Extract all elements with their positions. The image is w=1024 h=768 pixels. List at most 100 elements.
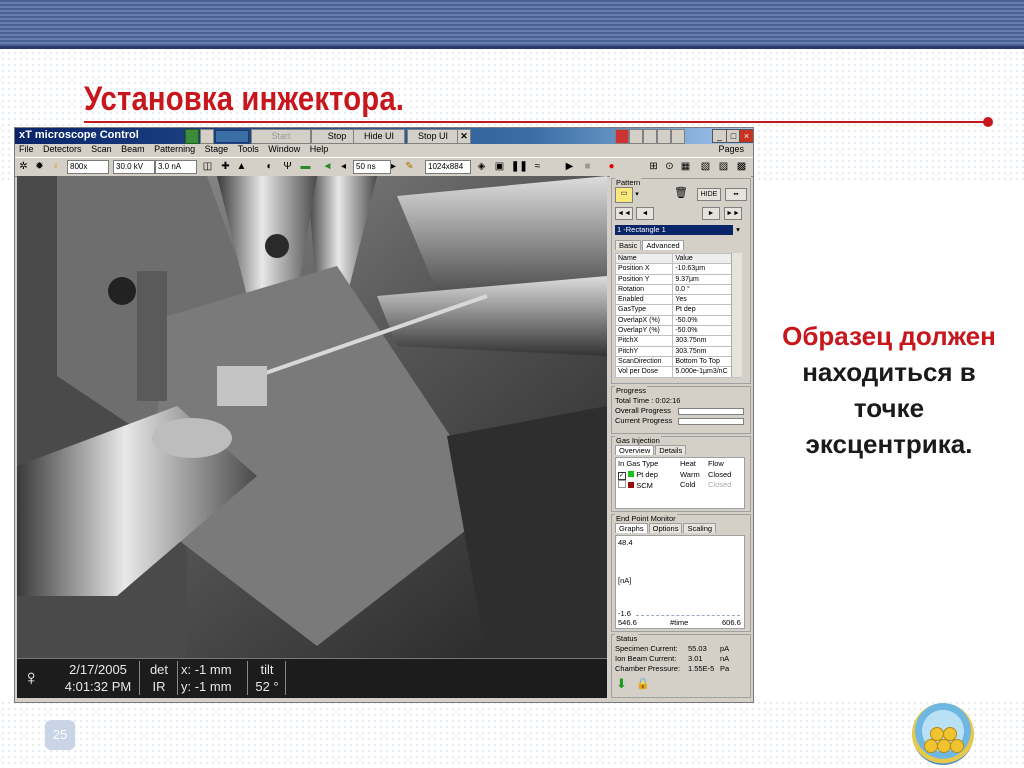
current-field[interactable]: 3.0 nA bbox=[155, 160, 197, 174]
tab-overview[interactable]: Overview bbox=[615, 445, 655, 455]
microscope-image-view[interactable]: ♀ 2/17/2005 4:01:32 PM det IR x: -1 mm y… bbox=[17, 176, 607, 698]
screen-icon[interactable]: ▬ bbox=[299, 160, 312, 173]
menu-window[interactable]: Window bbox=[268, 144, 300, 154]
graph-ymax: 48.4 bbox=[618, 538, 633, 547]
lamp-icon[interactable]: ◐ bbox=[263, 160, 276, 173]
hide-ui-button[interactable]: Hide UI bbox=[353, 129, 405, 144]
menu-tools[interactable]: Tools bbox=[238, 144, 259, 154]
menu-file[interactable]: File bbox=[19, 144, 34, 154]
tool-icon-2[interactable] bbox=[629, 129, 643, 144]
select-arrow-icon[interactable]: ▾ bbox=[733, 225, 743, 235]
tab-scaling[interactable]: Scaling bbox=[683, 523, 717, 533]
settings-icon[interactable]: ✲ bbox=[17, 160, 30, 173]
menu-beam[interactable]: Beam bbox=[121, 144, 145, 154]
pump-icon[interactable]: ⬇ bbox=[616, 677, 630, 691]
menu-detectors[interactable]: Detectors bbox=[43, 144, 82, 154]
trash-icon[interactable]: 🗑 bbox=[674, 188, 688, 201]
next-icon[interactable]: ▸ bbox=[387, 160, 400, 173]
scan-speed-icon[interactable]: ◄ bbox=[321, 160, 334, 173]
property-row[interactable]: Enabled Yes bbox=[614, 294, 741, 306]
graph-xmax: 606.6 bbox=[722, 618, 741, 627]
minimize-icon[interactable]: _ bbox=[712, 129, 727, 143]
pen-icon[interactable]: ✎ bbox=[403, 160, 416, 173]
eraser-icon[interactable]: ◈ bbox=[475, 160, 488, 173]
tool-icon-3[interactable] bbox=[643, 129, 657, 144]
property-row[interactable]: ScanDirection Bottom To Top bbox=[614, 355, 741, 368]
panel-icon-3[interactable]: ▦ bbox=[679, 160, 692, 173]
property-row[interactable]: Position Y 9.37µm bbox=[614, 273, 741, 285]
tab-details[interactable]: Details bbox=[655, 445, 687, 455]
tab-options[interactable]: Options bbox=[648, 523, 683, 533]
checkbox-icon[interactable] bbox=[618, 480, 626, 488]
crosshair-icon[interactable]: ✚ bbox=[219, 160, 232, 173]
average-icon[interactable]: ≈ bbox=[531, 160, 544, 173]
next-pattern-icon[interactable]: ► bbox=[702, 207, 720, 220]
tool-icon-4[interactable] bbox=[657, 129, 671, 144]
pattern-options-icon[interactable]: ▪▪ bbox=[725, 188, 747, 201]
menu-patterning[interactable]: Patterning bbox=[154, 144, 195, 154]
play-icon[interactable]: ▶ bbox=[563, 160, 576, 173]
rectangle-tool-icon[interactable]: ▭ bbox=[615, 187, 633, 203]
hide-button[interactable]: HIDE bbox=[697, 188, 721, 201]
property-row[interactable]: PitchY 303.75nm bbox=[614, 345, 741, 357]
stop-ui-button[interactable]: Stop UI bbox=[407, 129, 459, 144]
panel-icon-4[interactable]: ▧ bbox=[699, 160, 712, 173]
property-row[interactable]: OverlapX (%) -50.0% bbox=[614, 314, 741, 327]
dwell-field[interactable]: 50 ns bbox=[353, 160, 391, 174]
first-pattern-icon[interactable]: ◄◄ bbox=[615, 207, 633, 220]
last-pattern-icon[interactable]: ►► bbox=[724, 207, 742, 220]
stage-icon[interactable]: ▲ bbox=[235, 160, 248, 173]
lock-icon[interactable]: 🔒 bbox=[636, 678, 650, 690]
end-point-monitor-group: End Point Monitor Graphs Options Scaling 4… bbox=[611, 514, 751, 632]
tab-graphs[interactable]: Graphs bbox=[615, 523, 648, 533]
panel-icon-5[interactable]: ▨ bbox=[717, 160, 730, 173]
gauge-icon[interactable]: Ψ bbox=[281, 160, 294, 173]
property-row[interactable]: OverlapY (%) -50.0% bbox=[614, 325, 741, 337]
property-row[interactable]: PitchX 303.75nm bbox=[614, 335, 741, 347]
resolution-field[interactable]: 1024x884 bbox=[425, 160, 471, 174]
menu-stage[interactable]: Stage bbox=[205, 144, 229, 154]
close-icon[interactable]: ✕ bbox=[457, 129, 471, 144]
panel-icon-6[interactable]: ▩ bbox=[735, 160, 748, 173]
pause-icon[interactable]: ❚❚ bbox=[511, 160, 528, 173]
property-row[interactable]: Vol per Dose 5.000e-1µm3/nC bbox=[614, 366, 741, 378]
voltage-field[interactable]: 30.0 kV bbox=[113, 160, 155, 174]
property-row[interactable]: Position X -10.63µm bbox=[614, 263, 741, 275]
magnification-field[interactable]: 800x bbox=[67, 160, 109, 174]
panel-icon[interactable]: ⊞ bbox=[647, 160, 660, 173]
camera-icon[interactable] bbox=[200, 129, 214, 144]
dropdown-arrow-icon[interactable]: ▾ bbox=[633, 189, 641, 200]
zoom-icon[interactable]: ◫ bbox=[201, 160, 214, 173]
start-button[interactable]: Start bbox=[251, 129, 311, 144]
checkbox-icon[interactable]: ✓ bbox=[618, 472, 626, 480]
gas-row[interactable]: SCM Cold Closed bbox=[618, 480, 742, 490]
prev-pattern-icon[interactable]: ◄ bbox=[636, 207, 654, 220]
menu-help[interactable]: Help bbox=[310, 144, 329, 154]
tab-advanced[interactable]: Advanced bbox=[642, 240, 684, 250]
tool-icon-5[interactable] bbox=[671, 129, 685, 144]
main-toolbar: ✲ ✹ ♀ 800x 30.0 kV 3.0 nA ◫ ✚ ▲ ◐ Ψ ▬ ◄ … bbox=[15, 157, 753, 177]
snapshot-icon[interactable]: ▣ bbox=[493, 160, 506, 173]
property-name: GasType bbox=[614, 304, 674, 316]
property-row[interactable]: GasType Pt dep bbox=[614, 304, 741, 316]
menu-scan[interactable]: Scan bbox=[91, 144, 112, 154]
globe-icon[interactable] bbox=[185, 129, 199, 144]
prev-icon[interactable]: ◂ bbox=[337, 160, 350, 173]
panel-icon-2[interactable]: ⊙ bbox=[663, 160, 676, 173]
pattern-select[interactable]: 1 -Rectangle 1 ▾ bbox=[615, 225, 743, 235]
property-name: Position X bbox=[614, 263, 674, 275]
pages-menu[interactable]: Pages bbox=[718, 144, 744, 154]
window-close-icon[interactable]: × bbox=[739, 129, 753, 143]
bulb-icon[interactable]: ♀ bbox=[49, 160, 62, 173]
status-unit: pA bbox=[720, 644, 730, 653]
gas-row[interactable]: ✓ Pt dep Warm Closed bbox=[618, 470, 742, 480]
detector-icon[interactable]: ✹ bbox=[33, 160, 46, 173]
record-icon[interactable]: ● bbox=[605, 160, 618, 173]
graph-yunit: [nA] bbox=[618, 576, 632, 585]
property-row[interactable]: Rotation 0.0 ° bbox=[614, 283, 741, 296]
tab-basic[interactable]: Basic bbox=[615, 240, 642, 250]
property-scrollbar[interactable] bbox=[731, 253, 742, 377]
stop-icon[interactable]: ■ bbox=[581, 160, 594, 173]
pattern-tabs: Basic Advanced bbox=[615, 240, 685, 250]
tool-icon[interactable] bbox=[615, 129, 629, 144]
